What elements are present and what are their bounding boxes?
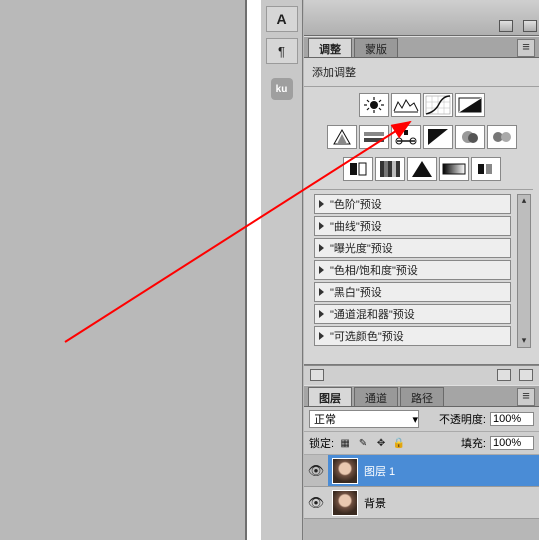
visibility-icon[interactable]: 👁 <box>304 495 328 511</box>
invert-icon[interactable] <box>343 157 373 181</box>
right-tool-column: A ¶ ku <box>261 0 303 540</box>
layer-name: 图层 1 <box>364 463 395 479</box>
preset-curves[interactable]: "曲线"预设 <box>314 216 511 236</box>
canvas-area <box>0 0 259 540</box>
adjust-title-text: 添加调整 <box>312 67 356 79</box>
layer-item[interactable]: 👁 背景 <box>304 487 539 519</box>
hue-sat-icon[interactable] <box>359 125 389 149</box>
posterize-icon[interactable] <box>375 157 405 181</box>
black-white-icon[interactable] <box>423 125 453 149</box>
panel-column: 调整 蒙版 ≡ 添加调整 <box>304 0 539 540</box>
expand-icon[interactable] <box>497 369 511 381</box>
tab-paths[interactable]: 路径 <box>400 387 444 406</box>
tab-adjust-label: 调整 <box>319 41 341 57</box>
preset-hue[interactable]: "色相/饱和度"预设 <box>314 260 511 280</box>
preset-label: "色阶"预设 <box>330 196 382 212</box>
tab-path-label: 路径 <box>411 390 433 406</box>
opacity-label: 不透明度: <box>439 411 486 427</box>
grip-icon[interactable] <box>499 20 513 32</box>
photo-filter-icon[interactable] <box>455 125 485 149</box>
preset-label: "色相/饱和度"预设 <box>330 262 418 278</box>
tab-masks[interactable]: 蒙版 <box>354 38 398 57</box>
chevron-right-icon <box>319 332 324 340</box>
chevron-down-icon: ▾ <box>412 413 418 426</box>
fill-label: 填充: <box>461 435 486 451</box>
tab-bar-layers: 图层 通道 路径 ≡ <box>304 385 539 407</box>
preset-label: "曝光度"预设 <box>330 240 393 256</box>
fill-value: 100% <box>493 437 521 449</box>
preset-label: "可选颜色"预设 <box>330 328 404 344</box>
preset-label: "通道混和器"预设 <box>330 306 415 322</box>
visibility-icon[interactable]: 👁 <box>304 455 328 486</box>
lock-pixels-icon[interactable]: ✎ <box>356 437 370 449</box>
fill-input[interactable]: 100% <box>490 436 534 450</box>
selective-color-icon[interactable] <box>471 157 501 181</box>
preset-channel[interactable]: "通道混和器"预设 <box>314 304 511 324</box>
tab-mask-label: 蒙版 <box>365 41 387 57</box>
panel-top-strip <box>304 0 539 36</box>
layers-panel: 图层 通道 路径 ≡ 正常 ▾ 不透明度: 100% 锁定: ▦ ✎ ✥ 🔒 填充… <box>304 385 539 519</box>
blend-label: 正常 <box>314 411 336 427</box>
layer-thumbnail[interactable] <box>332 490 358 516</box>
adjustment-presets: "色阶"预设 "曲线"预设 "曝光度"预设 "色相/饱和度"预设 "黑白"预设 … <box>310 189 533 352</box>
layer-item[interactable]: 👁 图层 1 <box>304 455 539 487</box>
adjust-title: 添加调整 <box>304 58 539 87</box>
glyph-pilcrow: ¶ <box>278 44 285 59</box>
chevron-right-icon <box>319 266 324 274</box>
vibrance-icon[interactable] <box>327 125 357 149</box>
layer-name: 背景 <box>364 495 386 511</box>
preset-bw[interactable]: "黑白"预设 <box>314 282 511 302</box>
scroll-down-icon[interactable]: ▾ <box>518 335 530 347</box>
lock-transparency-icon[interactable]: ▦ <box>338 437 352 449</box>
chevron-right-icon <box>319 244 324 252</box>
tab-channels[interactable]: 通道 <box>354 387 398 406</box>
color-balance-icon[interactable] <box>391 125 421 149</box>
ku-label: ku <box>276 84 288 95</box>
kuler-icon[interactable]: ku <box>271 78 293 100</box>
chevron-right-icon <box>319 222 324 230</box>
grip-icon-2[interactable] <box>523 20 537 32</box>
tab-layer-label: 图层 <box>319 390 341 406</box>
preset-label: "黑白"预设 <box>330 284 382 300</box>
panel-menu-icon[interactable]: ≡ <box>517 39 535 57</box>
curves-icon[interactable] <box>423 93 453 117</box>
layers-menu-icon[interactable]: ≡ <box>517 388 535 406</box>
paragraph-icon[interactable]: ¶ <box>266 38 298 64</box>
preset-scrollbar[interactable]: ▴ ▾ <box>517 194 531 348</box>
tab-channel-label: 通道 <box>365 390 387 406</box>
lock-position-icon[interactable]: ✥ <box>374 437 388 449</box>
preset-levels[interactable]: "色阶"预设 <box>314 194 511 214</box>
trash-icon[interactable] <box>519 369 533 381</box>
preset-selective[interactable]: "可选颜色"预设 <box>314 326 511 346</box>
threshold-icon[interactable] <box>407 157 437 181</box>
blend-mode-select[interactable]: 正常 ▾ <box>309 410 419 428</box>
scroll-up-icon[interactable]: ▴ <box>518 195 530 207</box>
lock-all-icon[interactable]: 🔒 <box>392 437 406 449</box>
chevron-right-icon <box>319 200 324 208</box>
opacity-value: 100% <box>493 413 521 425</box>
adjust-footer <box>304 365 539 385</box>
gradient-map-icon[interactable] <box>439 157 469 181</box>
opacity-input[interactable]: 100% <box>490 412 534 426</box>
chevron-right-icon <box>319 288 324 296</box>
tab-layers[interactable]: 图层 <box>308 387 352 406</box>
lock-label: 锁定: <box>309 435 334 451</box>
preset-exposure[interactable]: "曝光度"预设 <box>314 238 511 258</box>
layer-thumbnail[interactable] <box>332 458 358 484</box>
tab-bar-adjust: 调整 蒙版 ≡ <box>304 36 539 58</box>
preset-label: "曲线"预设 <box>330 218 382 234</box>
tab-adjustments[interactable]: 调整 <box>308 38 352 57</box>
doc-gap <box>247 0 261 540</box>
exposure-icon[interactable] <box>455 93 485 117</box>
chevron-right-icon <box>319 310 324 318</box>
glyph-a: A <box>276 11 286 27</box>
clip-icon[interactable] <box>310 369 324 381</box>
type-tool-icon[interactable]: A <box>266 6 298 32</box>
channel-mixer-icon[interactable] <box>487 125 517 149</box>
adjustments-body: "色阶"预设 "曲线"预设 "曝光度"预设 "色相/饱和度"预设 "黑白"预设 … <box>304 87 539 365</box>
brightness-contrast-icon[interactable] <box>359 93 389 117</box>
levels-icon[interactable] <box>391 93 421 117</box>
